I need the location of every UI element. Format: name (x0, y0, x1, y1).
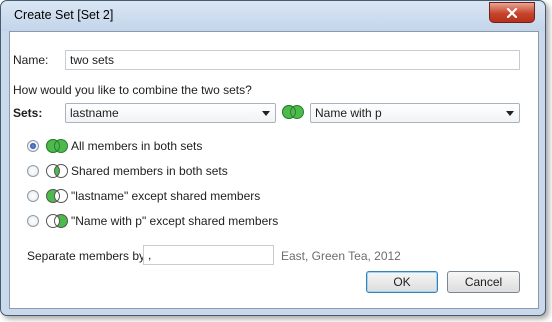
sets-label: Sets: (13, 106, 43, 120)
name-input[interactable]: two sets (65, 50, 520, 70)
option-left-except[interactable]: "lastname" except shared members (27, 188, 327, 204)
radio-left-except[interactable] (27, 190, 39, 202)
combine-prompt: How would you like to combine the two se… (13, 83, 252, 97)
venn-intersection-icon (46, 164, 68, 178)
venn-right-except-icon (46, 214, 68, 228)
name-label: Name: (13, 53, 49, 67)
chevron-down-icon (262, 111, 270, 116)
option-label: "Name with p" except shared members (71, 214, 279, 228)
separator-input[interactable]: , (143, 245, 274, 265)
venn-union-icon (46, 139, 68, 153)
left-set-dropdown[interactable]: lastname (65, 103, 276, 123)
option-label: All members in both sets (71, 139, 203, 153)
close-button[interactable] (489, 2, 535, 23)
venn-union-icon (282, 105, 304, 119)
right-set-dropdown[interactable]: Name with p (310, 103, 520, 123)
option-all-members[interactable]: All members in both sets (27, 138, 327, 154)
title-bar[interactable]: Create Set [Set 2] (1, 1, 545, 31)
option-shared-members[interactable]: Shared members in both sets (27, 163, 327, 179)
chevron-down-icon (506, 111, 514, 116)
separator-label: Separate members by (27, 249, 146, 263)
separator-example: East, Green Tea, 2012 (281, 249, 401, 263)
cancel-button[interactable]: Cancel (447, 271, 520, 293)
radio-all-members[interactable] (27, 140, 39, 152)
radio-shared-members[interactable] (27, 165, 39, 177)
option-label: "lastname" except shared members (71, 189, 261, 203)
window-title: Create Set [Set 2] (14, 8, 114, 22)
dialog-window: Create Set [Set 2] Name: two sets How wo… (0, 0, 546, 316)
left-set-value: lastname (70, 106, 119, 120)
radio-right-except[interactable] (27, 215, 39, 227)
option-right-except[interactable]: "Name with p" except shared members (27, 213, 347, 229)
ok-button[interactable]: OK (366, 271, 438, 293)
right-set-value: Name with p (315, 106, 382, 120)
option-label: Shared members in both sets (71, 164, 228, 178)
venn-left-except-icon (46, 189, 68, 203)
dialog-body: Name: two sets How would you like to com… (9, 31, 539, 309)
close-icon (506, 7, 518, 18)
